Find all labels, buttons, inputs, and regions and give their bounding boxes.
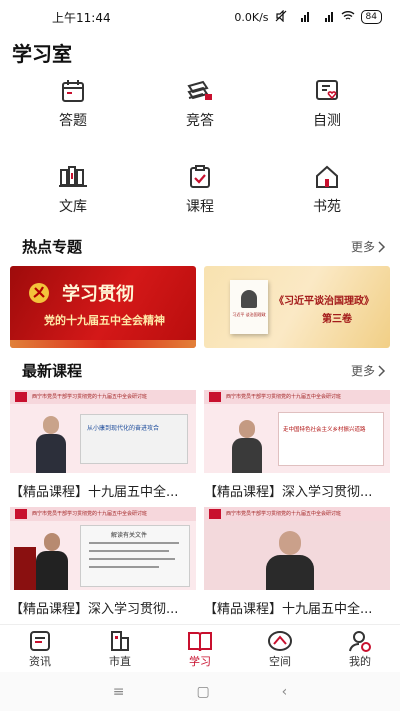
self-test-icon [316,80,338,100]
news-icon [30,631,50,651]
tab-label: 我的 [349,655,371,668]
status-time: 上午11:44 [52,10,111,25]
system-nav-bar: ≡ ▢ ‹ [0,672,400,711]
grid-item-label: 竞答 [186,113,214,129]
grid-item-library[interactable]: 文库 [28,164,118,216]
podium [14,547,36,590]
course-thumbnail: 西宁市党员干部学习贯彻党的十九届五中全会研讨班 走中国特色社会主义乡村振兴道路 [204,390,390,473]
space-icon [268,631,292,651]
book-portrait [241,290,257,308]
more-label: 更多 [350,240,375,254]
profile-icon [349,631,371,652]
course-thumbnail: 西宁市党员干部学习贯彻党的十九届五中全会研讨班 [204,507,390,590]
slide-text: 解读有关文件 [111,532,148,539]
tab-city[interactable]: 市直 [90,629,150,669]
slide-text: 走中国特色社会主义乡村振兴道路 [283,427,366,433]
banner-subline: 党的十九届五中全会精神 [44,314,165,327]
tab-label: 空间 [269,655,291,668]
speaker-figure [266,531,314,590]
speaker-figure [232,420,262,473]
course-card[interactable]: 西宁市党员干部学习贯彻党的十九届五中全会研讨班 从小康到现代化的奋进攻合 【精品… [10,390,196,500]
tab-space[interactable]: 空间 [250,629,310,669]
grid-item-label: 课程 [186,199,214,215]
course-thumbnail: 西宁市党员干部学习贯彻党的十九届五中全会研讨班 从小康到现代化的奋进攻合 [10,390,196,473]
slide-screen: 走中国特色社会主义乡村振兴道路 [278,412,384,466]
library-icon [59,166,87,187]
tab-study[interactable]: 学习 [170,629,230,669]
logo-icon [15,509,27,519]
bottom-tab-bar: 资讯 市直 学习 空间 我的 [0,624,400,672]
section-title: 热点专题 [22,238,83,256]
logo-icon [209,392,221,402]
signal-icon [293,10,311,25]
tab-label: 市直 [109,655,131,668]
latest-courses-header: 最新课程 更多 [0,360,400,386]
tab-label: 学习 [189,655,211,668]
course-card[interactable]: 西宁市党员干部学习贯彻党的十九届五中全会研讨班 【精品课程】十九届五中全... [204,507,390,617]
grid-item-label: 自测 [313,113,341,129]
banner-subline: 第三卷 [322,314,352,325]
chevron-right-icon [378,364,386,377]
menu-nav-button[interactable]: ≡ [113,684,125,700]
hot-more-link[interactable]: 更多 [351,238,386,255]
clipboard-check-icon [190,165,210,188]
slide-screen: 从小康到现代化的奋进攻合 [80,414,188,464]
open-book-icon [188,632,212,652]
courses-more-link[interactable]: 更多 [351,362,386,379]
tab-profile[interactable]: 我的 [330,629,390,669]
grid-item-label: 书苑 [313,199,341,215]
grid-item-label: 文库 [59,199,87,215]
logo-icon [209,509,221,519]
chevron-right-icon [378,240,386,253]
course-card[interactable]: 西宁市党员干部学习贯彻党的十九届五中全会研讨班 解读有关文件 【精品课程】深入学… [10,507,196,617]
grid-item-self-test[interactable]: 自测 [282,78,372,130]
tab-label: 资讯 [29,655,51,668]
logo-icon [15,392,27,402]
back-nav-button[interactable]: ‹ [282,684,288,700]
house-icon [316,165,338,188]
grid-item-label: 答题 [59,113,87,129]
banner-headline: 学习贯彻 [62,284,134,305]
thumb-header: 西宁市党员干部学习贯彻党的十九届五中全会研讨班 [226,394,342,400]
building-icon [111,631,129,651]
wifi-icon [341,10,355,25]
thumb-header: 西宁市党员干部学习贯彻党的十九届五中全会研讨班 [32,511,148,517]
slide-text: 从小康到现代化的奋进攻合 [87,425,160,432]
hot-topics-header: 热点专题 更多 [0,236,400,262]
grid-item-answer[interactable]: 答题 [28,78,118,130]
status-bar: 上午11:44 0.0K/s 84 [0,0,400,34]
home-nav-button[interactable]: ▢ [196,684,209,700]
party-emblem-icon [29,283,49,303]
speaker-figure [36,416,66,473]
banner-ribbon [10,340,196,348]
more-label: 更多 [350,364,375,378]
thumb-header: 西宁市党员干部学习贯彻党的十九届五中全会研讨班 [226,511,342,517]
banner-headline: 《习近平谈治国理政》 [274,296,374,307]
net-speed: 0.0K/s [234,10,269,24]
calendar-icon [62,80,84,102]
grid-item-bookhouse[interactable]: 书苑 [282,164,372,216]
course-title: 【精品课程】十九届五中全... [204,602,373,617]
books-icon [187,80,212,100]
signal-icon-2 [317,10,335,25]
grid-item-quiz[interactable]: 竞答 [155,78,245,130]
mute-icon [275,9,287,25]
course-title: 【精品课程】深入学习贯彻... [10,602,179,617]
banner-study-plenum[interactable]: 学习贯彻 党的十九届五中全会精神 [10,266,196,348]
speaker-figure [36,533,68,590]
course-title: 【精品课程】十九届五中全... [10,485,179,500]
slide-screen: 解读有关文件 [80,525,190,587]
section-title: 最新课程 [22,362,83,380]
course-title: 【精品课程】深入学习贯彻... [204,485,373,500]
book-cover: 习近平 谈治国理政 [230,280,268,334]
course-thumbnail: 西宁市党员干部学习贯彻党的十九届五中全会研讨班 解读有关文件 [10,507,196,590]
grid-item-course[interactable]: 课程 [155,164,245,216]
book-title: 习近平 谈治国理政 [232,312,266,317]
course-card[interactable]: 西宁市党员干部学习贯彻党的十九届五中全会研讨班 走中国特色社会主义乡村振兴道路 … [204,390,390,500]
banner-governance-book[interactable]: 习近平 谈治国理政 《习近平谈治国理政》 第三卷 [204,266,390,348]
thumb-header: 西宁市党员干部学习贯彻党的十九届五中全会研讨班 [32,394,148,400]
page-title: 学习室 [12,42,72,66]
tab-news[interactable]: 资讯 [10,629,70,669]
battery-indicator: 84 [360,10,382,24]
